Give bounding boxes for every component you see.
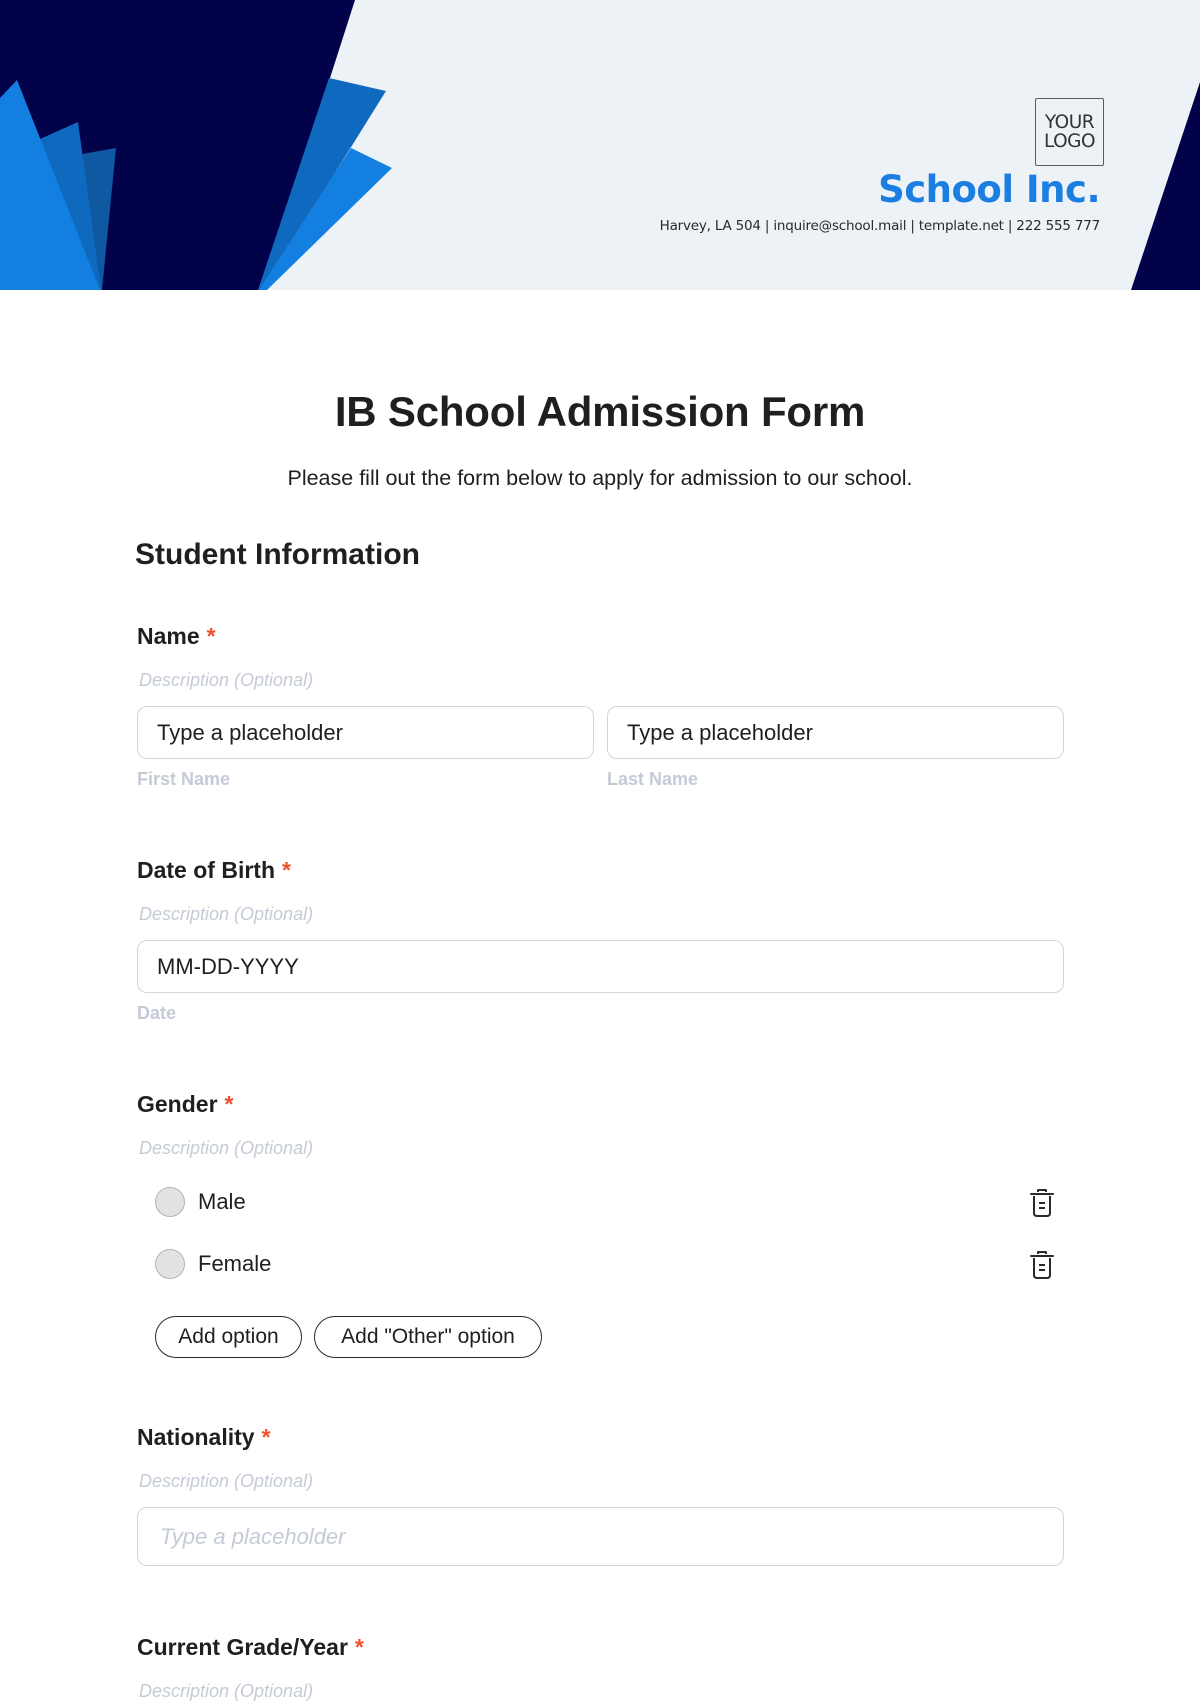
navy-shape-right [1131, 82, 1200, 290]
logo-text-line1: YOUR [1044, 112, 1095, 133]
add-option-button[interactable]: Add option [155, 1316, 302, 1358]
gender-label: Gender * [137, 1091, 233, 1118]
required-asterisk: * [261, 1424, 271, 1450]
nationality-description[interactable]: Description (Optional) [139, 1471, 313, 1492]
option-label[interactable]: Female [198, 1251, 271, 1277]
section-title-student-info: Student Information [135, 538, 420, 571]
required-asterisk: * [354, 1634, 364, 1660]
decorative-shapes [0, 0, 1200, 290]
header-banner: YOUR LOGO School Inc. Harvey, LA 504 | i… [0, 0, 1200, 290]
gender-option-male[interactable]: Male [155, 1186, 1055, 1218]
trash-icon[interactable] [1028, 1250, 1056, 1280]
dob-label: Date of Birth * [137, 857, 291, 884]
name-label: Name * [137, 623, 216, 650]
last-name-value: Type a placeholder [627, 719, 813, 745]
grade-label-text: Current Grade/Year [137, 1634, 348, 1660]
first-name-value: Type a placeholder [157, 719, 343, 745]
nationality-label-text: Nationality [137, 1424, 255, 1450]
dob-description[interactable]: Description (Optional) [139, 904, 313, 925]
dob-input[interactable]: MM-DD-YYYY [137, 940, 1064, 993]
name-description[interactable]: Description (Optional) [139, 670, 313, 691]
form-title: IB School Admission Form [334, 388, 866, 435]
last-name-sublabel: Last Name [607, 769, 699, 789]
grade-description[interactable]: Description (Optional) [139, 1681, 313, 1701]
grade-label: Current Grade/Year * [137, 1634, 364, 1661]
gender-description[interactable]: Description (Optional) [139, 1138, 313, 1159]
radio-button[interactable] [155, 1187, 185, 1217]
gender-label-text: Gender [137, 1091, 218, 1117]
nationality-input[interactable]: Type a placeholder [137, 1507, 1064, 1566]
gender-option-female[interactable]: Female [155, 1248, 1055, 1280]
required-asterisk: * [282, 857, 291, 883]
trash-icon[interactable] [1028, 1188, 1056, 1218]
radio-button[interactable] [155, 1249, 185, 1279]
dob-label-text: Date of Birth [137, 857, 275, 883]
last-name-input[interactable]: Type a placeholder [607, 706, 1064, 759]
company-name: School Inc. [878, 168, 1100, 211]
nationality-placeholder: Type a placeholder [160, 1523, 346, 1549]
option-label[interactable]: Male [198, 1189, 246, 1215]
name-label-text: Name [137, 623, 200, 649]
company-contact-info: Harvey, LA 504 | inquire@school.mail | t… [659, 218, 1101, 234]
required-asterisk: * [224, 1091, 234, 1117]
required-asterisk: * [206, 623, 216, 649]
form-subtitle: Please fill out the form below to apply … [287, 466, 913, 490]
first-name-sublabel: First Name [137, 769, 231, 789]
logo-text-line2: LOGO [1043, 131, 1096, 152]
dob-value: MM-DD-YYYY [157, 953, 299, 979]
logo-placeholder: YOUR LOGO [1035, 98, 1104, 166]
add-other-option-button[interactable]: Add "Other" option [314, 1316, 542, 1358]
nationality-label: Nationality * [137, 1424, 271, 1451]
first-name-input[interactable]: Type a placeholder [137, 706, 594, 759]
dob-sublabel: Date [137, 1003, 177, 1023]
